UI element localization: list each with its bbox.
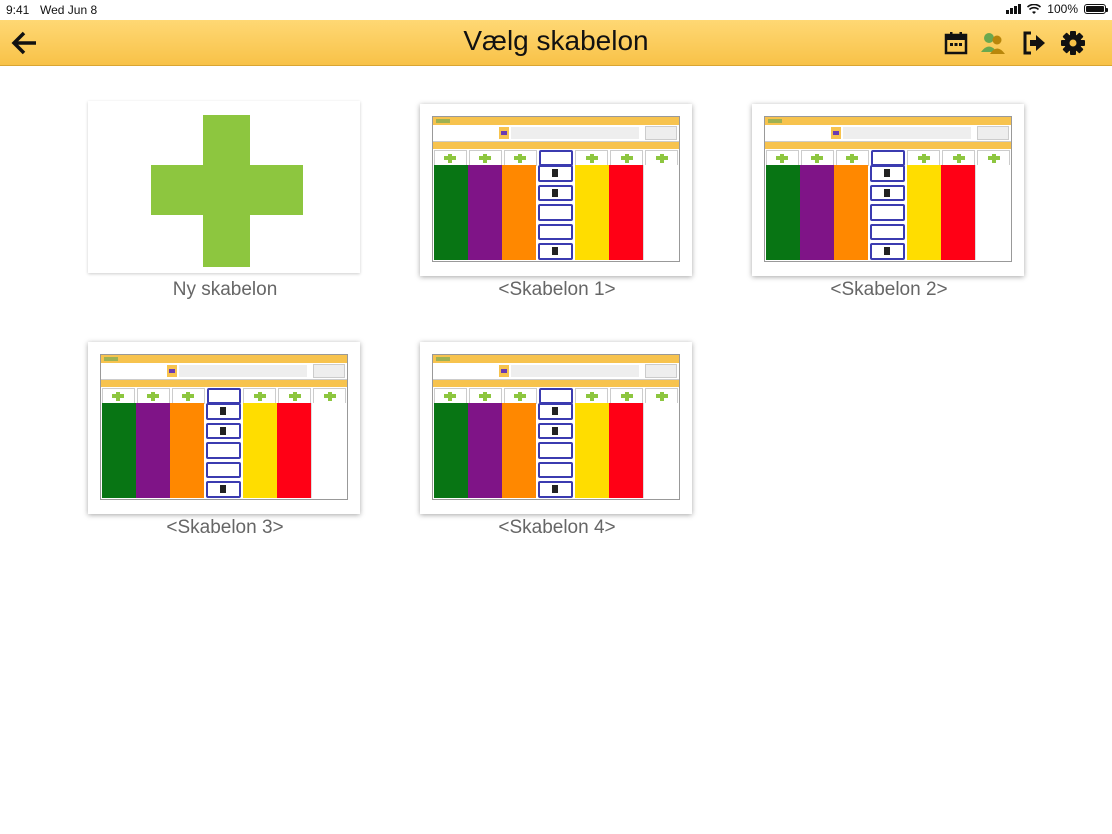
app-header: Vælg skabelon bbox=[0, 20, 1112, 66]
status-time: 9:41 bbox=[6, 3, 30, 17]
template-label: <Skabelon 4> bbox=[498, 517, 616, 538]
wifi-icon bbox=[1027, 3, 1042, 14]
template-thumbnail[interactable] bbox=[420, 342, 692, 514]
template-label: <Skabelon 1> bbox=[498, 279, 616, 300]
signal-icon bbox=[1006, 4, 1022, 14]
template-label: Ny skabelon bbox=[172, 279, 278, 300]
schedule-preview bbox=[432, 116, 680, 262]
template-tile-2[interactable]: <Skabelon 2> bbox=[752, 104, 1026, 301]
calendar-icon[interactable] bbox=[943, 30, 969, 56]
schedule-preview bbox=[764, 116, 1012, 262]
template-tile-1[interactable]: <Skabelon 1> bbox=[420, 104, 694, 301]
template-tile-new[interactable]: Ny skabelon bbox=[88, 101, 362, 301]
schedule-preview bbox=[100, 354, 348, 500]
battery-percent: 100% bbox=[1047, 2, 1078, 16]
template-tile-4[interactable]: <Skabelon 4> bbox=[420, 342, 694, 539]
users-icon[interactable] bbox=[980, 30, 1006, 56]
status-date: Wed Jun 8 bbox=[40, 3, 98, 17]
template-thumbnail[interactable] bbox=[420, 104, 692, 276]
template-thumbnail[interactable] bbox=[752, 104, 1024, 276]
template-thumbnail[interactable] bbox=[88, 342, 360, 514]
logout-icon[interactable] bbox=[1021, 30, 1047, 56]
template-tile-3[interactable]: <Skabelon 3> bbox=[88, 342, 362, 539]
status-right: 100% bbox=[1006, 2, 1108, 16]
template-label: <Skabelon 2> bbox=[830, 279, 948, 300]
new-template-thumbnail[interactable] bbox=[88, 101, 360, 273]
gear-icon[interactable] bbox=[1060, 30, 1086, 56]
battery-icon bbox=[1084, 4, 1108, 14]
status-bar: 9:41 Wed Jun 8 100% bbox=[0, 0, 1112, 20]
schedule-preview bbox=[432, 354, 680, 500]
template-label: <Skabelon 3> bbox=[166, 517, 284, 538]
